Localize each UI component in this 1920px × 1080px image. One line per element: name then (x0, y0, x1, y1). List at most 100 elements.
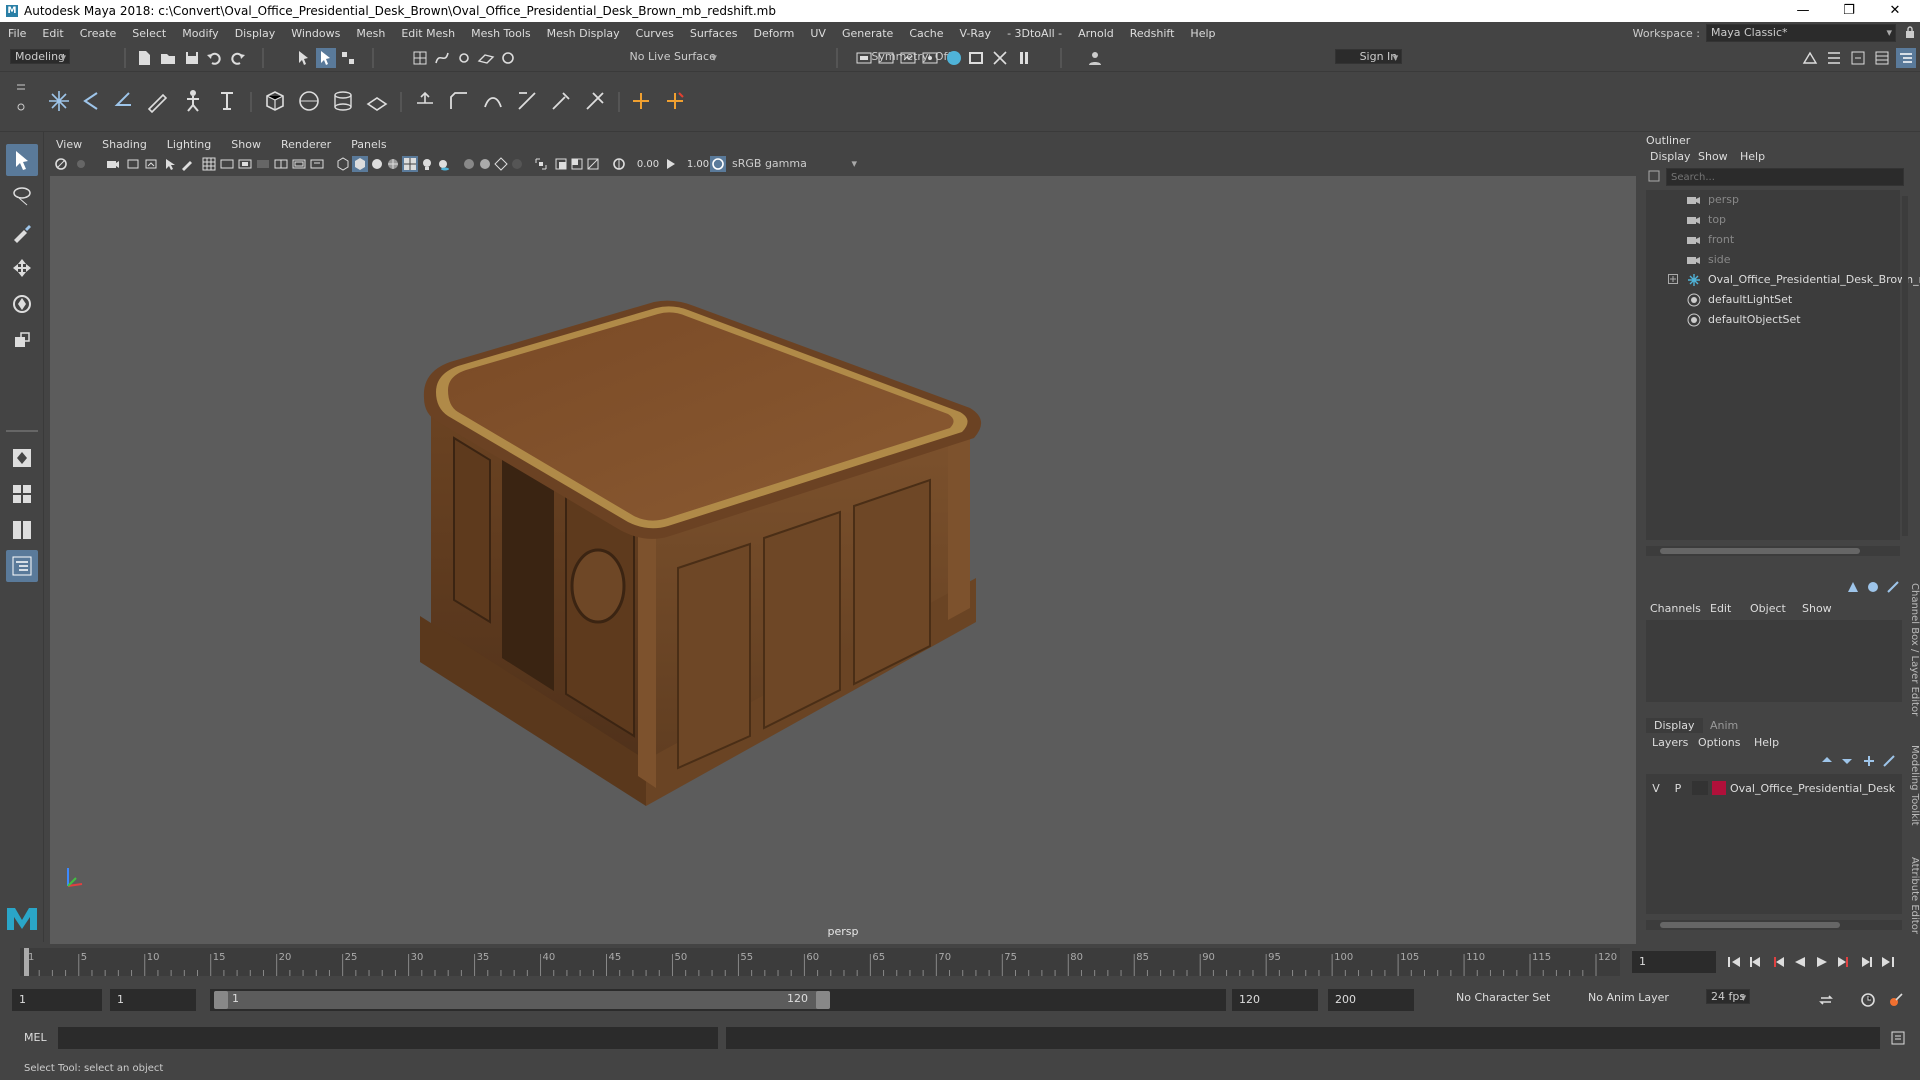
image-plane-icon[interactable] (144, 157, 158, 171)
3d-viewport[interactable]: persp (50, 176, 1636, 944)
animation-end-field[interactable]: 200 (1328, 989, 1414, 1011)
range-slider-bar[interactable]: 1 120 (214, 991, 830, 1009)
current-frame-field[interactable]: 1 (1632, 951, 1716, 973)
multi-cut-icon[interactable] (546, 86, 576, 116)
time-slider-ruler[interactable]: 1 5 10 15 20 25 30 35 40 45 50 55 60 65 70 75 80 85 90 95 10… (20, 944, 1620, 980)
play-forward-icon[interactable] (1814, 954, 1830, 970)
smooth-shade-icon[interactable] (352, 156, 368, 172)
new-scene-icon[interactable] (134, 48, 154, 68)
render-settings-icon[interactable] (920, 48, 940, 68)
freeze-transform-icon[interactable] (660, 86, 690, 116)
menu-edit[interactable]: Edit (34, 27, 71, 40)
scroll-thumb[interactable] (1660, 922, 1840, 928)
tab-modeling-toolkit[interactable]: Modeling Toolkit (1903, 740, 1920, 830)
channel-box-toggle-icon[interactable] (1872, 48, 1892, 68)
exposure-field[interactable]: 0.00 (628, 156, 668, 173)
layer-visibility-toggle[interactable]: V (1646, 782, 1666, 795)
four-view-layout-icon[interactable] (6, 478, 38, 510)
lock-camera-icon[interactable] (74, 157, 88, 171)
wireframe-on-shaded-icon[interactable] (386, 157, 400, 171)
viewport-menu-renderer[interactable]: Renderer (271, 138, 341, 151)
select-object-icon[interactable] (316, 48, 336, 68)
channels-show-menu[interactable]: Show (1802, 602, 1832, 615)
grease-pencil-icon[interactable] (180, 157, 194, 171)
step-back-key-icon[interactable] (1748, 954, 1764, 970)
animation-start-field[interactable]: 1 (12, 989, 102, 1011)
outliner-item-side[interactable]: side (1686, 250, 1731, 270)
animation-preferences-icon[interactable] (1888, 992, 1904, 1008)
menu-redshift[interactable]: Redshift (1122, 27, 1183, 40)
range-end-handle[interactable] (816, 991, 830, 1009)
2d-pan-zoom-icon[interactable] (162, 157, 176, 171)
paint-select-tool-icon[interactable] (6, 216, 38, 248)
layer-row[interactable]: V P Oval_Office_Presidential_Desk (1646, 778, 1902, 798)
menu-modify[interactable]: Modify (174, 27, 226, 40)
outliner-item-front[interactable]: front (1686, 230, 1734, 250)
script-editor-icon[interactable] (1890, 1030, 1906, 1046)
playback-end-field[interactable]: 120 (1232, 989, 1318, 1011)
select-hierarchy-icon[interactable] (294, 48, 314, 68)
skeleton-joint-icon[interactable] (178, 86, 208, 116)
mesh-cylinder-icon[interactable] (328, 86, 358, 116)
snap-curve-icon[interactable] (432, 48, 452, 68)
outliner-item-default-object-set[interactable]: defaultObjectSet (1686, 310, 1801, 330)
shelf-menu-icon[interactable] (16, 82, 26, 92)
close-icon[interactable]: ✕ (1872, 0, 1918, 22)
menu-mesh-tools[interactable]: Mesh Tools (463, 27, 539, 40)
move-layer-down-icon[interactable] (1840, 754, 1854, 768)
tab-channel-box-layer-editor[interactable]: Channel Box / Layer Editor (1903, 580, 1920, 720)
outliner-vertical-scrollbar[interactable] (1902, 196, 1908, 536)
help-menu[interactable]: Help (1754, 736, 1779, 749)
wireframe-icon[interactable] (336, 157, 350, 171)
menu-deform[interactable]: Deform (745, 27, 802, 40)
depth-of-field-icon[interactable] (510, 157, 524, 171)
lasso-tool-icon[interactable] (6, 180, 38, 212)
minimize-icon[interactable]: — (1780, 0, 1826, 22)
ep-curve-icon[interactable] (108, 86, 138, 116)
extrude-icon[interactable] (410, 86, 440, 116)
pencil-curve-icon[interactable] (142, 86, 172, 116)
viewport-menu-shading[interactable]: Shading (92, 138, 157, 151)
layers-menu[interactable]: Layers (1652, 736, 1688, 749)
bridge-icon[interactable] (478, 86, 508, 116)
menu-file[interactable]: File (0, 27, 34, 40)
live-surface-dropdown[interactable]: No Live Surface (625, 50, 720, 63)
step-forward-frame-icon[interactable] (1836, 954, 1852, 970)
film-gate-icon[interactable] (220, 157, 234, 171)
append-polygon-icon[interactable] (512, 86, 542, 116)
single-perspective-layout-icon[interactable] (6, 442, 38, 474)
outliner-toggle-icon[interactable] (1896, 48, 1916, 68)
undo-icon[interactable] (204, 48, 224, 68)
resolution-gate-icon[interactable] (238, 157, 252, 171)
outliner-item-top[interactable]: top (1686, 210, 1726, 230)
go-to-end-icon[interactable] (1880, 954, 1896, 970)
channels-menu[interactable]: Channels (1650, 602, 1701, 615)
field-chart-icon[interactable] (274, 157, 288, 171)
viewport-menu-view[interactable]: View (46, 138, 92, 151)
tab-anim[interactable]: Anim (1702, 718, 1746, 733)
xray-joints-icon[interactable] (570, 157, 584, 171)
color-space-dropdown[interactable]: sRGB gamma (728, 156, 860, 174)
bevel-icon[interactable] (444, 86, 474, 116)
make-live-icon[interactable] (498, 48, 518, 68)
outliner-horizontal-scrollbar[interactable] (1646, 546, 1900, 556)
render-frame-icon[interactable] (876, 48, 896, 68)
outliner-menu-show[interactable]: Show (1698, 150, 1728, 163)
mode-dropdown[interactable]: Modeling (10, 49, 71, 64)
menu-edit-mesh[interactable]: Edit Mesh (393, 27, 463, 40)
open-scene-icon[interactable] (158, 48, 178, 68)
outliner-menu-help[interactable]: Help (1740, 150, 1765, 163)
redo-icon[interactable] (228, 48, 248, 68)
outliner-item-desk-group[interactable]: Oval_Office_Presidential_Desk_Brown_n (1686, 270, 1920, 290)
shelf-settings-icon[interactable] (16, 102, 26, 112)
play-backward-icon[interactable] (1792, 954, 1808, 970)
character-set-dropdown[interactable]: No Character Set (1456, 991, 1550, 1004)
menu-uv[interactable]: UV (802, 27, 834, 40)
channel-icon-c[interactable] (1886, 580, 1900, 594)
layer-color-swatch[interactable] (1712, 781, 1726, 795)
hypershade-icon[interactable] (944, 48, 964, 68)
scale-tool-icon[interactable] (6, 324, 38, 356)
redshift-ipr-icon[interactable] (990, 48, 1010, 68)
loop-icon[interactable] (1818, 992, 1834, 1008)
curve-tool-icon[interactable] (76, 86, 106, 116)
